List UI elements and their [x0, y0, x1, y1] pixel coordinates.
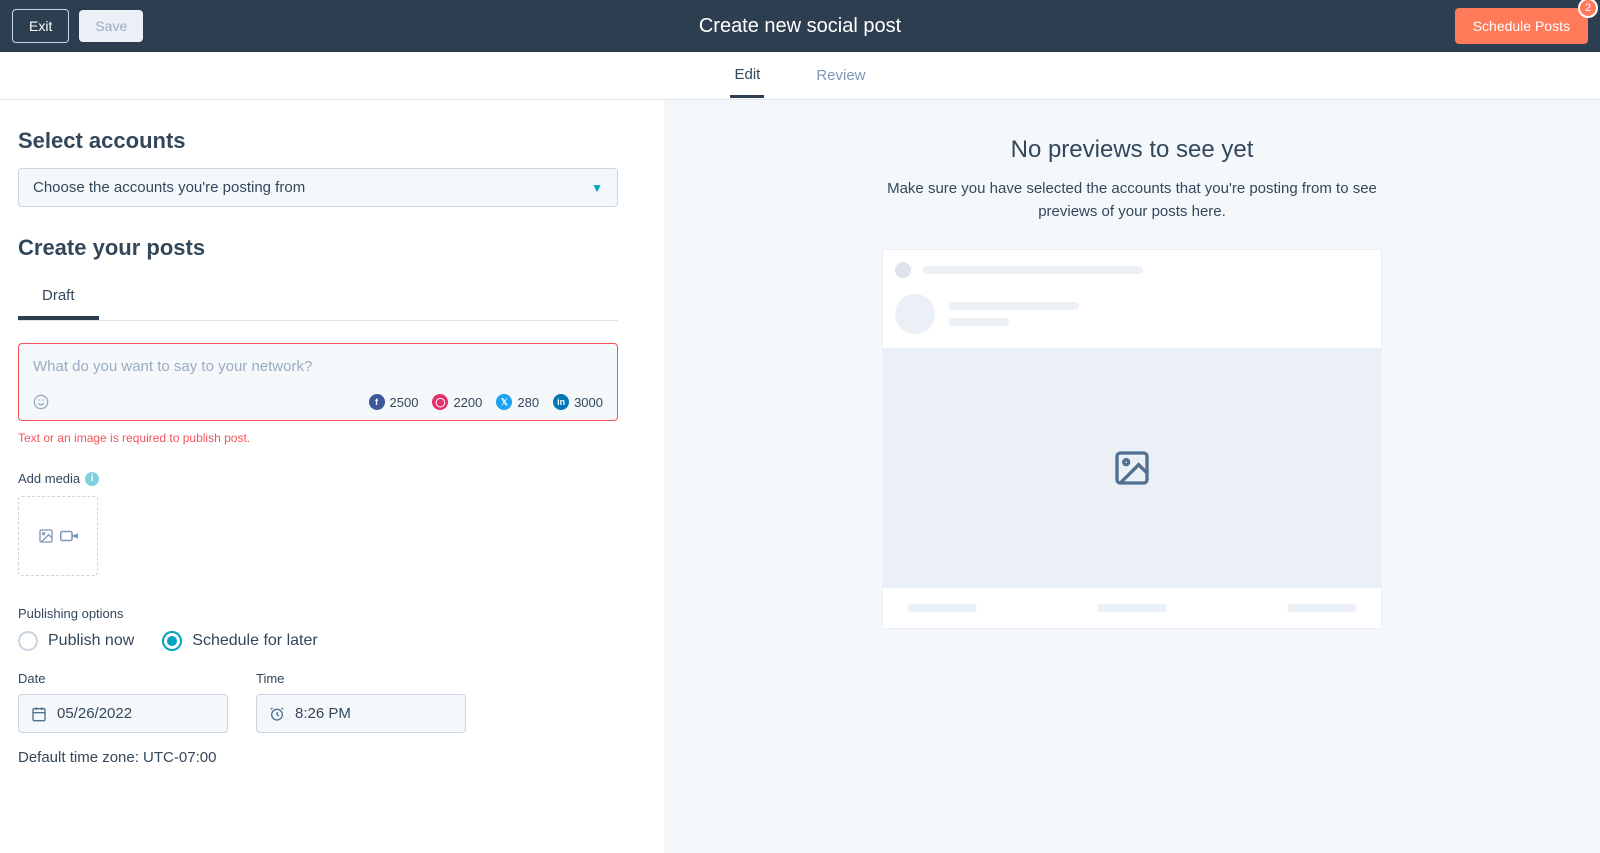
notification-badge: 2 — [1578, 0, 1598, 18]
save-button: Save — [79, 10, 143, 42]
preview-skeleton — [882, 249, 1382, 629]
radio-schedule-later[interactable]: Schedule for later — [162, 631, 317, 651]
twitter-icon: 𝕏 — [496, 394, 512, 410]
counter-facebook: f2500 — [369, 394, 419, 410]
tab-review[interactable]: Review — [812, 55, 869, 96]
radio-icon — [18, 631, 38, 651]
exit-button[interactable]: Exit — [12, 9, 69, 43]
date-input[interactable]: 05/26/2022 — [18, 694, 228, 733]
preview-empty-desc: Make sure you have selected the accounts… — [872, 178, 1392, 223]
chevron-down-icon: ▼ — [591, 181, 603, 195]
radio-publish-now[interactable]: Publish now — [18, 631, 134, 651]
add-media-label: Add media i — [18, 471, 646, 486]
schedule-posts-button[interactable]: Schedule Posts — [1455, 8, 1588, 44]
page-title: Create new social post — [699, 15, 901, 38]
date-value: 05/26/2022 — [57, 705, 132, 722]
post-text-input[interactable] — [19, 344, 617, 386]
preview-panel: No previews to see yet Make sure you hav… — [664, 100, 1600, 853]
skeleton-image — [883, 348, 1381, 588]
skeleton-line — [923, 266, 1143, 274]
select-accounts-heading: Select accounts — [18, 128, 646, 154]
top-bar: Exit Save Create new social post Schedul… — [0, 0, 1600, 52]
post-subtabs: Draft — [18, 275, 618, 321]
radio-icon — [162, 631, 182, 651]
post-composer: f2500 ◯2200 𝕏280 in3000 — [18, 343, 618, 421]
time-value: 8:26 PM — [295, 705, 351, 722]
calendar-icon — [31, 706, 47, 722]
radio-label: Schedule for later — [192, 632, 317, 650]
clock-icon — [269, 706, 285, 722]
time-label: Time — [256, 671, 466, 686]
skeleton-avatar-large — [895, 294, 935, 334]
accounts-dropdown-placeholder: Choose the accounts you're posting from — [33, 179, 305, 196]
validation-error: Text or an image is required to publish … — [18, 431, 646, 445]
facebook-icon: f — [369, 394, 385, 410]
accounts-dropdown[interactable]: Choose the accounts you're posting from … — [18, 168, 618, 207]
add-media-button[interactable] — [18, 496, 98, 576]
tab-edit[interactable]: Edit — [730, 54, 764, 98]
tab-draft[interactable]: Draft — [18, 275, 99, 320]
counter-twitter: 𝕏280 — [496, 394, 539, 410]
linkedin-icon: in — [553, 394, 569, 410]
publishing-options-label: Publishing options — [18, 606, 646, 621]
video-icon — [60, 529, 78, 543]
radio-label: Publish now — [48, 632, 134, 650]
instagram-icon: ◯ — [432, 394, 448, 410]
image-icon — [38, 528, 54, 544]
skeleton-line — [949, 302, 1079, 310]
timezone-text: Default time zone: UTC-07:00 — [18, 749, 646, 766]
skeleton-line — [907, 604, 977, 612]
skeleton-avatar-small — [895, 262, 911, 278]
edit-panel: Select accounts Choose the accounts you'… — [0, 100, 664, 853]
image-placeholder-icon — [1112, 448, 1152, 488]
date-label: Date — [18, 671, 228, 686]
workflow-tabs: Edit Review — [0, 52, 1600, 100]
create-posts-heading: Create your posts — [18, 235, 646, 261]
skeleton-line — [1097, 604, 1167, 612]
counter-linkedin: in3000 — [553, 394, 603, 410]
skeleton-line — [949, 318, 1009, 326]
counter-instagram: ◯2200 — [432, 394, 482, 410]
time-input[interactable]: 8:26 PM — [256, 694, 466, 733]
preview-empty-title: No previews to see yet — [684, 136, 1580, 164]
emoji-icon[interactable] — [33, 394, 49, 410]
skeleton-line — [1287, 604, 1357, 612]
info-icon[interactable]: i — [85, 472, 99, 486]
